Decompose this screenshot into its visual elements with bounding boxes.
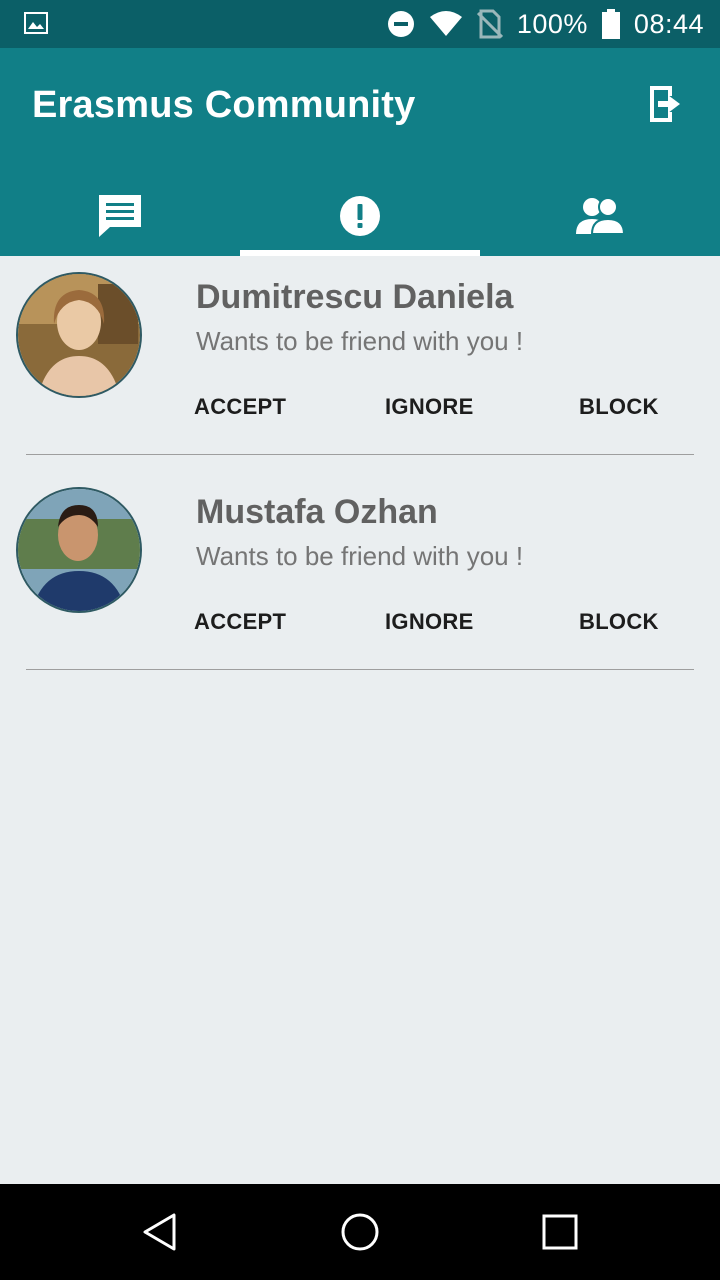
ignore-button[interactable]: IGNORE (385, 394, 474, 420)
app-bar: Erasmus Community (0, 48, 720, 256)
alert-icon (340, 196, 380, 236)
divider (26, 669, 694, 670)
battery-icon (601, 9, 620, 39)
image-icon (24, 12, 48, 34)
block-button[interactable]: BLOCK (579, 609, 659, 635)
request-message: Wants to be friend with you ! (196, 326, 524, 356)
list-item: Dumitrescu Daniela Wants to be friend wi… (0, 256, 720, 471)
requester-name: Mustafa Ozhan (196, 493, 438, 531)
recents-icon[interactable] (540, 1212, 580, 1252)
clock: 08:44 (633, 8, 704, 39)
accept-button[interactable]: ACCEPT (194, 394, 286, 420)
wifi-icon (429, 11, 462, 36)
tab-messages[interactable] (0, 176, 240, 256)
request-actions: ACCEPT IGNORE BLOCK (194, 609, 674, 641)
block-button[interactable]: BLOCK (579, 394, 659, 420)
status-bar: 100% 08:44 (0, 0, 720, 48)
people-icon (576, 197, 625, 235)
battery-percent: 100% (516, 8, 588, 39)
no-sim-icon (476, 9, 503, 39)
request-message: Wants to be friend with you ! (196, 541, 524, 571)
tab-bar (0, 176, 720, 256)
list-item: Mustafa Ozhan Wants to be friend with yo… (0, 471, 720, 686)
divider (26, 454, 694, 455)
back-icon[interactable] (140, 1212, 180, 1252)
tab-notifications[interactable] (240, 176, 480, 256)
chat-icon (99, 195, 141, 237)
home-icon[interactable] (340, 1212, 380, 1252)
app-title: Erasmus Community (32, 84, 416, 126)
tab-friends[interactable] (480, 176, 720, 256)
friend-requests-list: Dumitrescu Daniela Wants to be friend wi… (0, 256, 720, 686)
requester-name: Dumitrescu Daniela (196, 278, 514, 316)
do-not-disturb-icon (387, 11, 414, 37)
avatar[interactable] (16, 272, 142, 398)
system-nav-bar (0, 1184, 720, 1280)
avatar[interactable] (16, 487, 142, 613)
ignore-button[interactable]: IGNORE (385, 609, 474, 635)
accept-button[interactable]: ACCEPT (194, 609, 286, 635)
request-actions: ACCEPT IGNORE BLOCK (194, 394, 674, 426)
logout-icon[interactable] (646, 84, 682, 124)
